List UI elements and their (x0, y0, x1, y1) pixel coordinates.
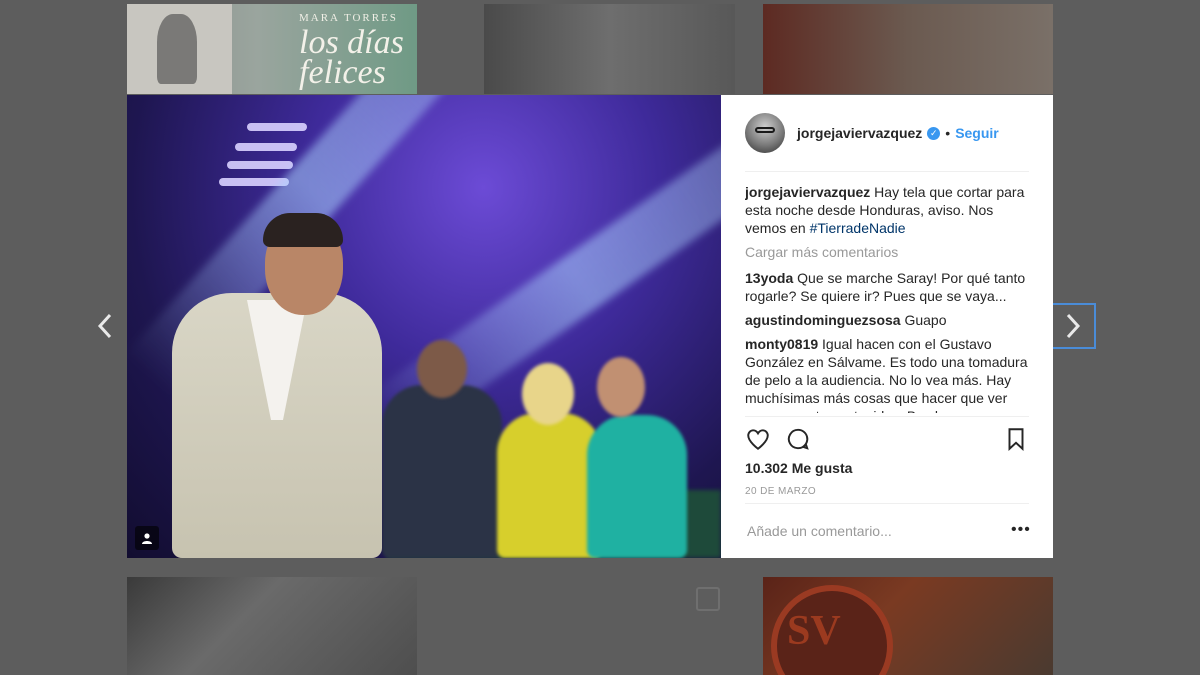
avatar[interactable] (745, 113, 785, 153)
stage-light (247, 123, 307, 131)
book-author-text: MARA TORRES (299, 12, 398, 24)
chevron-left-icon[interactable] (96, 311, 114, 347)
caption: jorgejaviervazquez Hay tela que cortar p… (745, 183, 1033, 237)
post-modal: jorgejaviervazquez ✓ • Seguir jorgejavie… (127, 95, 1053, 558)
comment-input[interactable]: Añade un comentario... (747, 523, 892, 539)
grid-post-thumbnail[interactable] (763, 4, 1053, 94)
grid-post-thumbnail[interactable]: SV (763, 577, 1053, 675)
separator-dot: • (945, 125, 951, 141)
grid-post-thumbnail[interactable]: MARA TORRES los días felices (127, 4, 417, 94)
caption-username[interactable]: jorgejaviervazquez (745, 184, 870, 200)
stage-light (235, 143, 297, 151)
sv-logo-text: SV (787, 608, 841, 654)
comments-list[interactable]: jorgejaviervazquez Hay tela que cortar p… (745, 183, 1033, 413)
verified-badge-icon: ✓ (927, 126, 941, 140)
header-username[interactable]: jorgejaviervazquez (797, 125, 922, 141)
guest-head (522, 363, 574, 425)
book-title-text: los días felices (299, 24, 404, 91)
load-more-comments-button[interactable]: Cargar más comentarios (745, 243, 1033, 261)
post-header: jorgejaviervazquez ✓ • Seguir (745, 112, 1029, 154)
bookmark-icon[interactable] (1003, 426, 1029, 452)
more-options-button[interactable]: ••• (1011, 521, 1031, 539)
list-item: 13yoda Que se marche Saray! Por qué tant… (745, 269, 1033, 305)
guest-head (597, 357, 645, 417)
header-divider (745, 171, 1029, 172)
likes-count[interactable]: 10.302 Me gusta (745, 460, 852, 476)
list-item: agustindominguezsosa Guapo (745, 311, 1033, 329)
comment-username[interactable]: 13yoda (745, 270, 793, 286)
comment-text: Guapo (900, 312, 947, 328)
chevron-right-icon[interactable] (1050, 303, 1096, 349)
comment-username[interactable]: monty0819 (745, 336, 818, 352)
post-sidebar: jorgejaviervazquez ✓ • Seguir jorgejavie… (721, 95, 1053, 558)
book-cover-image (127, 4, 232, 94)
multi-post-icon (696, 587, 720, 611)
actions-divider (745, 416, 1029, 417)
grid-post-thumbnail[interactable] (127, 577, 417, 675)
post-actions (745, 426, 1029, 452)
grid-post-thumbnail[interactable] (484, 4, 735, 94)
comment-icon[interactable] (785, 426, 811, 452)
guest-figure (382, 385, 502, 558)
comment-divider (745, 503, 1029, 504)
host-hair (263, 213, 343, 247)
hashtag-link[interactable]: #TierradeNadie (810, 220, 906, 236)
user-tag-icon[interactable] (135, 526, 159, 550)
guest-figure (587, 415, 687, 558)
guest-head (417, 340, 467, 398)
stage-light (227, 161, 293, 169)
list-item: monty0819 Igual hacen con el Gustavo Gon… (745, 335, 1033, 413)
follow-button[interactable]: Seguir (955, 125, 999, 141)
post-photo[interactable] (127, 95, 721, 558)
heart-icon[interactable] (745, 426, 771, 452)
comment-username[interactable]: agustindominguezsosa (745, 312, 901, 328)
post-date: 20 DE MARZO (745, 486, 817, 497)
